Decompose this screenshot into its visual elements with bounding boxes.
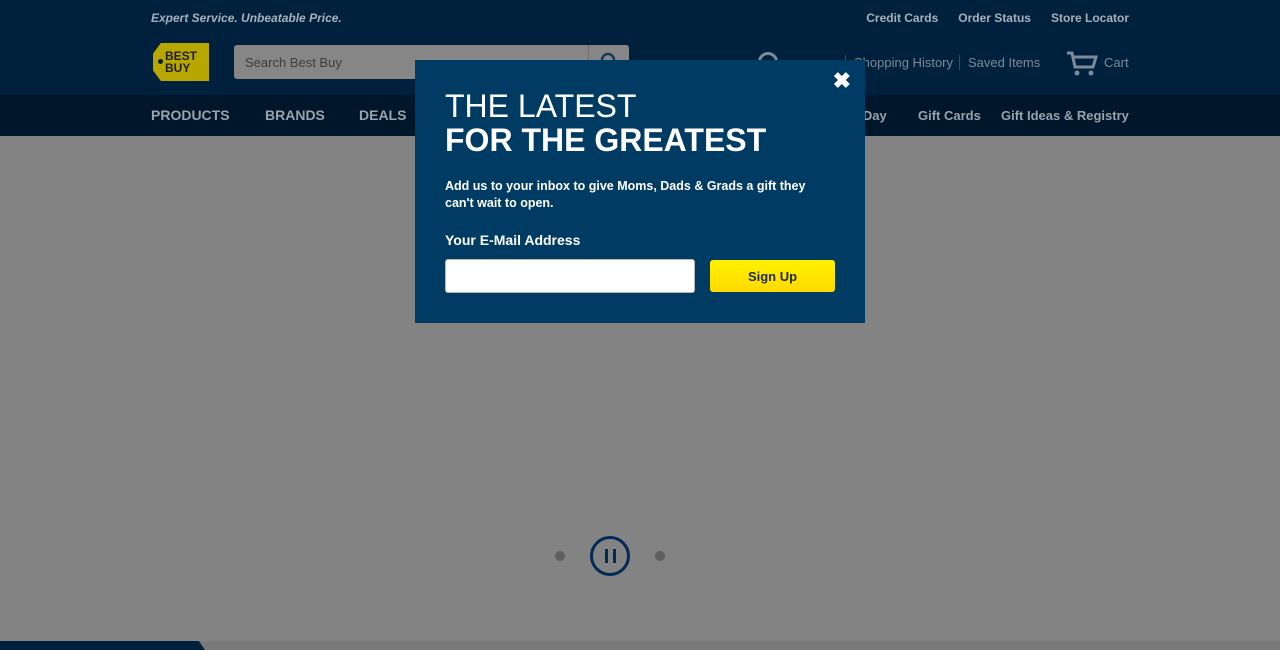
nav-gift-ideas-registry[interactable]: Gift Ideas & Registry	[1001, 108, 1129, 123]
pause-icon	[604, 549, 608, 563]
email-label: Your E-Mail Address	[445, 232, 581, 248]
order-status-link[interactable]: Order Status	[958, 11, 1031, 25]
saved-items-link[interactable]: Saved Items	[959, 55, 1040, 70]
logo-text: BEST BUY	[165, 49, 198, 75]
modal-title-line1: THE LATEST	[445, 88, 637, 124]
email-signup-modal: ✖ THE LATEST FOR THE GREATEST Add us to …	[415, 60, 865, 323]
tagline: Expert Service. Unbeatable Price.	[151, 11, 342, 25]
nav-brands[interactable]: BRANDS	[265, 107, 325, 123]
email-field[interactable]	[445, 259, 695, 293]
footer-accent	[0, 641, 205, 650]
credit-cards-link[interactable]: Credit Cards	[866, 11, 938, 25]
modal-description: Add us to your inbox to give Moms, Dads …	[445, 179, 806, 210]
cart-icon[interactable]	[1066, 51, 1098, 77]
carousel-pause-button[interactable]	[590, 536, 630, 576]
best-buy-logo[interactable]: BEST BUY	[153, 43, 209, 81]
nav-deals[interactable]: DEALS	[359, 107, 406, 123]
carousel-dot-prev[interactable]	[555, 551, 565, 561]
utility-links: Credit Cards Order Status Store Locator	[866, 11, 1129, 25]
nav-gift-cards[interactable]: Gift Cards	[918, 108, 981, 123]
nav-products[interactable]: PRODUCTS	[151, 107, 230, 123]
cart-link[interactable]: Cart	[1104, 55, 1129, 70]
close-icon[interactable]: ✖	[833, 70, 851, 92]
sign-up-button[interactable]: Sign Up	[710, 260, 835, 292]
carousel-dot-next[interactable]	[655, 551, 665, 561]
modal-title-line2: FOR THE GREATEST	[445, 122, 767, 158]
store-locator-link[interactable]: Store Locator	[1051, 11, 1129, 25]
